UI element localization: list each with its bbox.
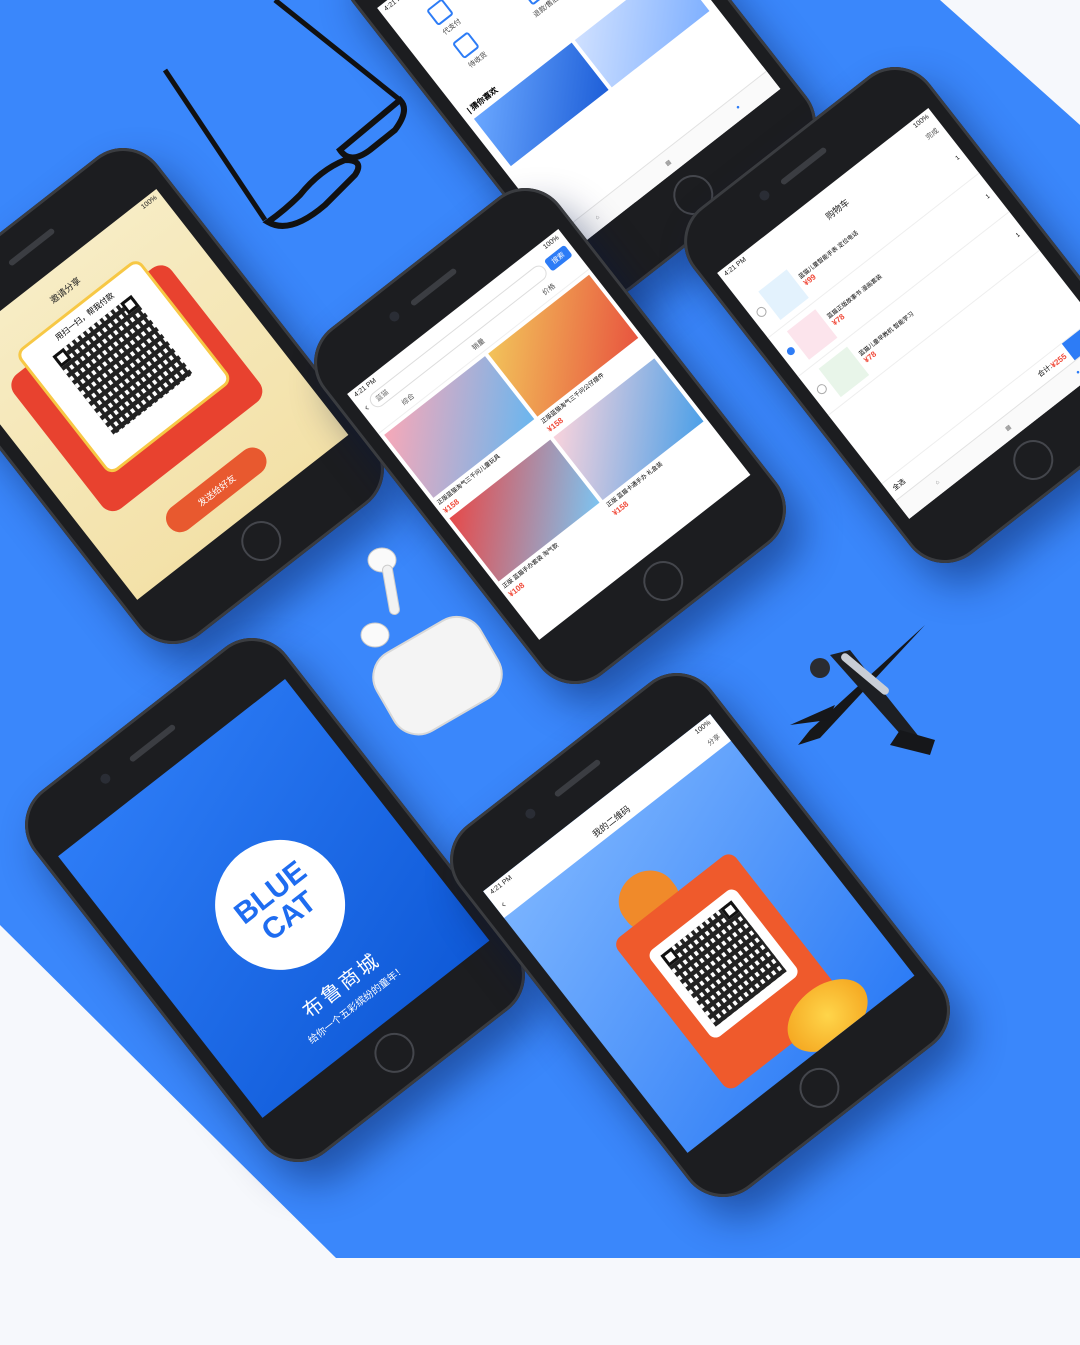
back-icon[interactable]: ‹	[362, 402, 372, 414]
share-button[interactable]: 分享	[705, 732, 722, 748]
checkbox[interactable]	[785, 345, 797, 357]
qr-code	[660, 900, 787, 1027]
qr-card	[646, 886, 801, 1041]
quantity-stepper[interactable]: 1	[1015, 232, 1021, 239]
checkbox[interactable]	[754, 304, 769, 319]
quantity-stepper[interactable]: 1	[985, 194, 991, 201]
tab-mine[interactable]: ●	[696, 72, 780, 144]
checkbox[interactable]	[814, 382, 829, 397]
back-icon[interactable]: ‹	[498, 899, 508, 911]
select-all[interactable]: 全选	[891, 477, 908, 493]
airplane-prop	[790, 625, 935, 755]
qr-code	[52, 294, 193, 436]
edit-button[interactable]: 完成	[924, 126, 941, 142]
quantity-stepper[interactable]: 1	[955, 155, 961, 162]
airpods-prop	[360, 547, 503, 736]
